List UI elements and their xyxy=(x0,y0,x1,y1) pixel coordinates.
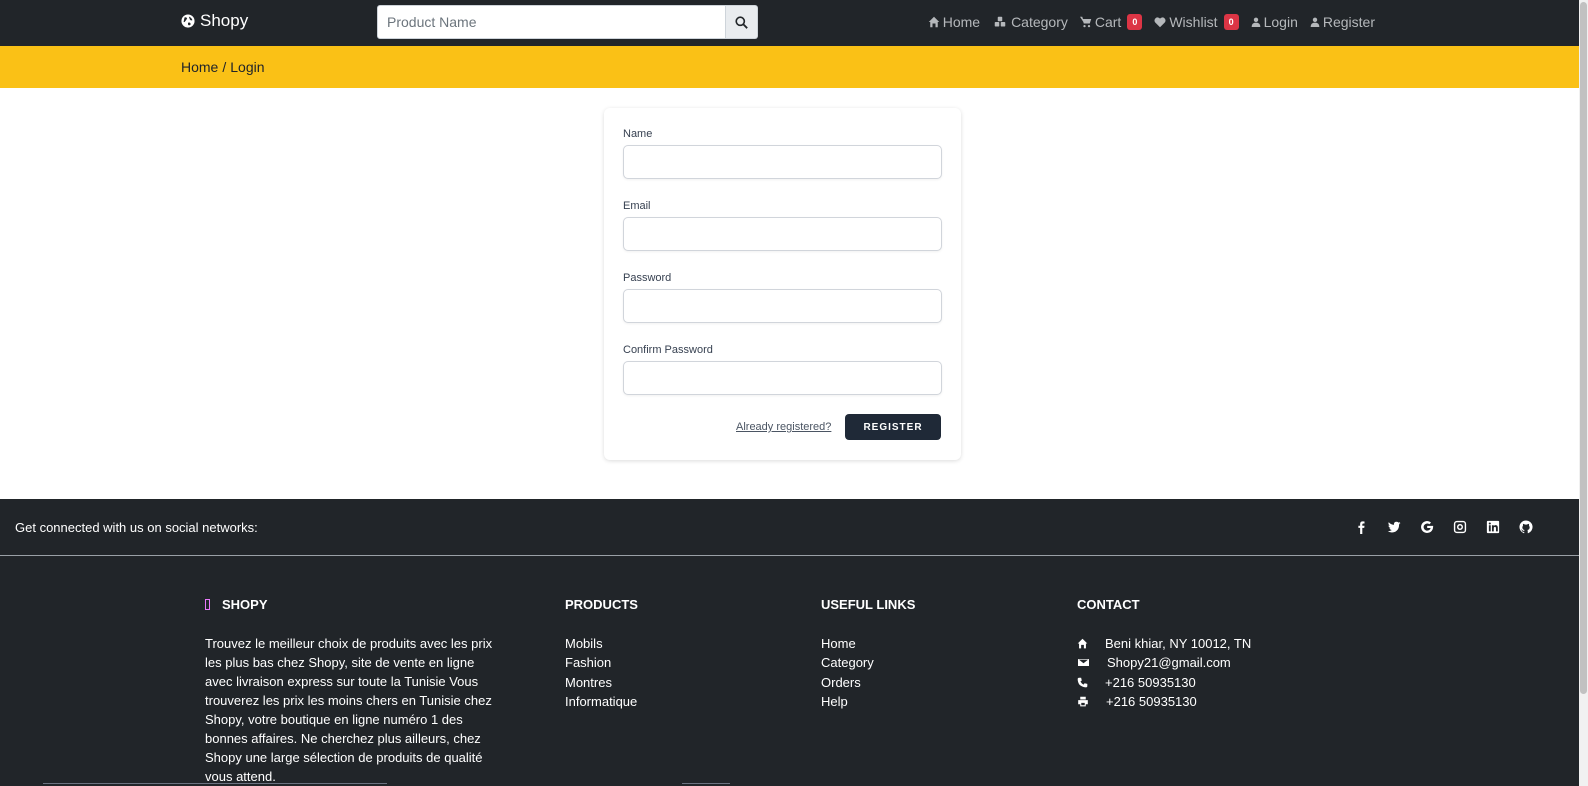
print-icon xyxy=(1078,696,1088,707)
register-card: Name Email Password Confirm Password Alr… xyxy=(604,108,961,460)
nav-category-label: Category xyxy=(1011,14,1068,30)
breadcrumb: Home / Login xyxy=(181,59,265,75)
phone-icon xyxy=(1077,677,1088,688)
contact-phone: +216 50935130 xyxy=(1077,673,1251,692)
footer-useful-list: Home Category Orders Help xyxy=(821,634,915,711)
cart-count-badge: 0 xyxy=(1127,14,1143,30)
email-label: Email xyxy=(623,200,651,212)
page: Shopy Home Category Cart 0 xyxy=(0,0,1579,786)
footer: Get connected with us on social networks… xyxy=(0,499,1579,786)
footer-product-link[interactable]: Mobils xyxy=(565,634,638,653)
nav-wishlist-label: Wishlist xyxy=(1169,14,1218,30)
page-scrollbar[interactable] xyxy=(1579,0,1588,786)
footer-products-list: Mobils Fashion Montres Informatique xyxy=(565,634,638,711)
footer-useful-link[interactable]: Help xyxy=(821,692,915,711)
gem-icon xyxy=(205,599,210,610)
search-bar xyxy=(377,5,758,39)
footer-contact: CONTACT Beni khiar, NY 10012, TN Shopy21… xyxy=(1077,597,1251,711)
breadcrumb-home[interactable]: Home xyxy=(181,59,218,75)
navbar: Shopy Home Category Cart 0 xyxy=(0,0,1579,46)
facebook-icon[interactable] xyxy=(1354,520,1368,534)
brand-name: Shopy xyxy=(200,11,249,30)
wishlist-count-badge: 0 xyxy=(1223,14,1239,30)
nav-cart-label: Cart xyxy=(1094,14,1122,30)
contact-phone-text: +216 50935130 xyxy=(1105,674,1196,690)
email-field[interactable] xyxy=(623,217,942,251)
confirm-password-label: Confirm Password xyxy=(623,344,713,356)
footer-contact-title: CONTACT xyxy=(1077,597,1140,612)
password-field[interactable] xyxy=(623,289,942,323)
contact-email: Shopy21@gmail.com xyxy=(1077,653,1251,672)
confirm-password-field[interactable] xyxy=(623,361,942,395)
twitter-icon[interactable] xyxy=(1387,520,1401,534)
footer-products-title: PRODUCTS xyxy=(565,597,638,612)
footer-useful-link[interactable]: Orders xyxy=(821,673,915,692)
search-input[interactable] xyxy=(377,5,726,39)
contact-address: Beni khiar, NY 10012, TN xyxy=(1077,634,1251,653)
search-icon xyxy=(735,15,748,29)
social-text: Get connected with us on social networks… xyxy=(15,520,258,535)
github-icon[interactable] xyxy=(1519,520,1533,534)
already-registered-link[interactable]: Already registered? xyxy=(736,421,831,433)
nav-home[interactable]: Home xyxy=(928,14,980,30)
user-icon xyxy=(1310,17,1320,27)
footer-products: PRODUCTS Mobils Fashion Montres Informat… xyxy=(565,597,638,711)
contact-fax-text: +216 50935130 xyxy=(1106,693,1197,709)
social-bar: Get connected with us on social networks… xyxy=(0,499,1579,556)
nav-cart[interactable]: Cart 0 xyxy=(1079,14,1143,30)
google-icon[interactable] xyxy=(1420,520,1434,534)
instagram-icon[interactable] xyxy=(1453,520,1467,534)
nav-register-label: Register xyxy=(1322,14,1375,30)
nav-category[interactable]: Category xyxy=(992,14,1068,30)
footer-product-link[interactable]: Montres xyxy=(565,673,638,692)
name-label: Name xyxy=(623,128,653,140)
envelope-icon xyxy=(1078,659,1089,667)
contact-address-text: Beni khiar, NY 10012, TN xyxy=(1105,636,1252,651)
breadcrumb-bar: Home / Login xyxy=(0,46,1579,88)
cubes-icon xyxy=(994,16,1006,27)
contact-fax: +216 50935130 xyxy=(1077,692,1251,711)
footer-useful-links: USEFUL LINKS Home Category Orders Help xyxy=(821,597,915,711)
footer-product-link[interactable]: Fashion xyxy=(565,653,638,672)
divider xyxy=(43,783,387,784)
home-icon xyxy=(1077,638,1088,649)
home-icon xyxy=(928,16,939,28)
footer-product-link[interactable]: Informatique xyxy=(565,692,638,711)
nav-links: Home Category Cart 0 Wishlist 0 Login Re… xyxy=(928,14,1375,30)
footer-useful-title: USEFUL LINKS xyxy=(821,597,916,612)
footer-about-title: SHOPY xyxy=(205,597,495,612)
scrollbar-thumb[interactable] xyxy=(1580,2,1587,694)
nav-wishlist[interactable]: Wishlist 0 xyxy=(1154,14,1239,30)
footer-about: SHOPY Trouvez le meilleur choix de produ… xyxy=(205,597,495,786)
footer-about-text: Trouvez le meilleur choix de produits av… xyxy=(205,636,493,784)
breadcrumb-separator: / xyxy=(222,59,227,75)
divider xyxy=(682,783,730,784)
cart-icon xyxy=(1079,16,1092,28)
nav-login[interactable]: Login xyxy=(1251,14,1298,30)
user-icon xyxy=(1251,17,1260,27)
nav-login-label: Login xyxy=(1263,14,1298,30)
breadcrumb-current: Login xyxy=(230,59,265,75)
register-button[interactable]: Register xyxy=(845,414,941,440)
globe-icon xyxy=(181,14,195,28)
name-field[interactable] xyxy=(623,145,942,179)
nav-register[interactable]: Register xyxy=(1310,14,1375,30)
footer-about-title-text: SHOPY xyxy=(222,597,268,612)
search-button[interactable] xyxy=(726,5,758,39)
nav-home-label: Home xyxy=(942,14,981,30)
linkedin-icon[interactable] xyxy=(1486,520,1500,534)
footer-useful-link[interactable]: Category xyxy=(821,653,915,672)
footer-useful-link[interactable]: Home xyxy=(821,634,915,653)
contact-email-text: Shopy21@gmail.com xyxy=(1107,655,1231,671)
brand-logo[interactable]: Shopy xyxy=(181,11,248,31)
social-icons xyxy=(1354,520,1533,534)
password-label: Password xyxy=(623,272,672,284)
heart-icon xyxy=(1154,17,1166,28)
